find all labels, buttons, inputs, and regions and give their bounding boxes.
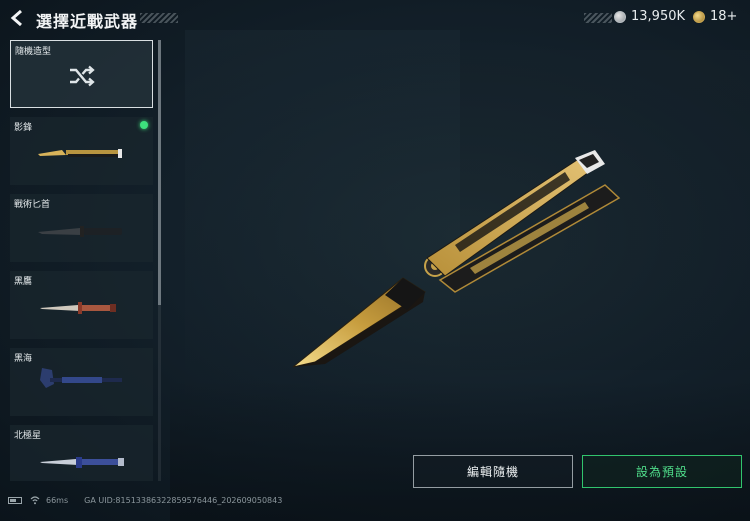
edit-random-button[interactable]: 編輯隨機 bbox=[413, 455, 573, 488]
dagger-thumbnail bbox=[40, 302, 116, 314]
combat-knife-thumbnail bbox=[38, 226, 122, 237]
scrollbar-thumb[interactable] bbox=[158, 40, 161, 305]
back-button[interactable] bbox=[8, 8, 28, 28]
tomahawk-thumbnail bbox=[40, 368, 122, 388]
butterfly-knife-thumbnail bbox=[38, 149, 122, 158]
skin-label: 戰術匕首 bbox=[14, 200, 51, 210]
title-decoration bbox=[140, 13, 178, 23]
list-scrollbar[interactable] bbox=[158, 40, 161, 481]
skin-slot-tactical-knife[interactable]: 戰術匕首 bbox=[10, 194, 153, 262]
battery-icon bbox=[8, 496, 22, 504]
shuffle-icon bbox=[70, 65, 95, 87]
currency-decoration bbox=[584, 13, 612, 23]
cod-points-display: 13,950K bbox=[614, 9, 685, 24]
user-id-text: GA UID:8151338632285957​6446_20260905084… bbox=[84, 495, 283, 505]
butterfly-knife-preview[interactable] bbox=[285, 150, 635, 380]
wifi-icon bbox=[30, 496, 40, 505]
equipped-indicator-icon bbox=[140, 121, 148, 129]
skin-slot-shadow-blade[interactable]: 影鋒 bbox=[10, 117, 153, 185]
skin-slot-polaris[interactable]: 北極星 bbox=[10, 425, 153, 481]
skin-label: 黑海 bbox=[14, 354, 33, 364]
status-bar: 66ms GA UID:8151338632285957​6446_202609… bbox=[8, 494, 282, 506]
knife-thumbnail bbox=[40, 457, 124, 468]
credits-value: 18+ bbox=[710, 9, 738, 24]
credits-display: 18+ bbox=[693, 9, 737, 24]
chevron-left-icon bbox=[10, 9, 22, 27]
cod-points-value: 13,950K bbox=[631, 9, 686, 24]
ping-value: 66ms bbox=[46, 495, 69, 505]
random-skin-label: 隨機造型 bbox=[15, 47, 52, 57]
skin-label: 北極星 bbox=[14, 431, 42, 441]
skin-label: 影鋒 bbox=[14, 123, 33, 133]
skin-slot-black-sea[interactable]: 黑海 bbox=[10, 348, 153, 416]
top-bar: 選擇近戰武器 13,950K 18+ bbox=[0, 0, 750, 36]
page-title: 選擇近戰武器 bbox=[36, 12, 139, 31]
silver-coin-icon bbox=[614, 10, 626, 23]
skin-label: 黑鷹 bbox=[14, 277, 33, 287]
weapon-skin-list[interactable]: 隨機造型 影鋒 戰術匕首 黑鷹 黑海 北極星 bbox=[10, 40, 155, 481]
set-default-button[interactable]: 設為預設 bbox=[582, 455, 742, 488]
gold-coin-icon bbox=[693, 10, 705, 23]
skin-slot-black-hawk[interactable]: 黑鷹 bbox=[10, 271, 153, 339]
random-skin-slot[interactable]: 隨機造型 bbox=[10, 40, 153, 108]
